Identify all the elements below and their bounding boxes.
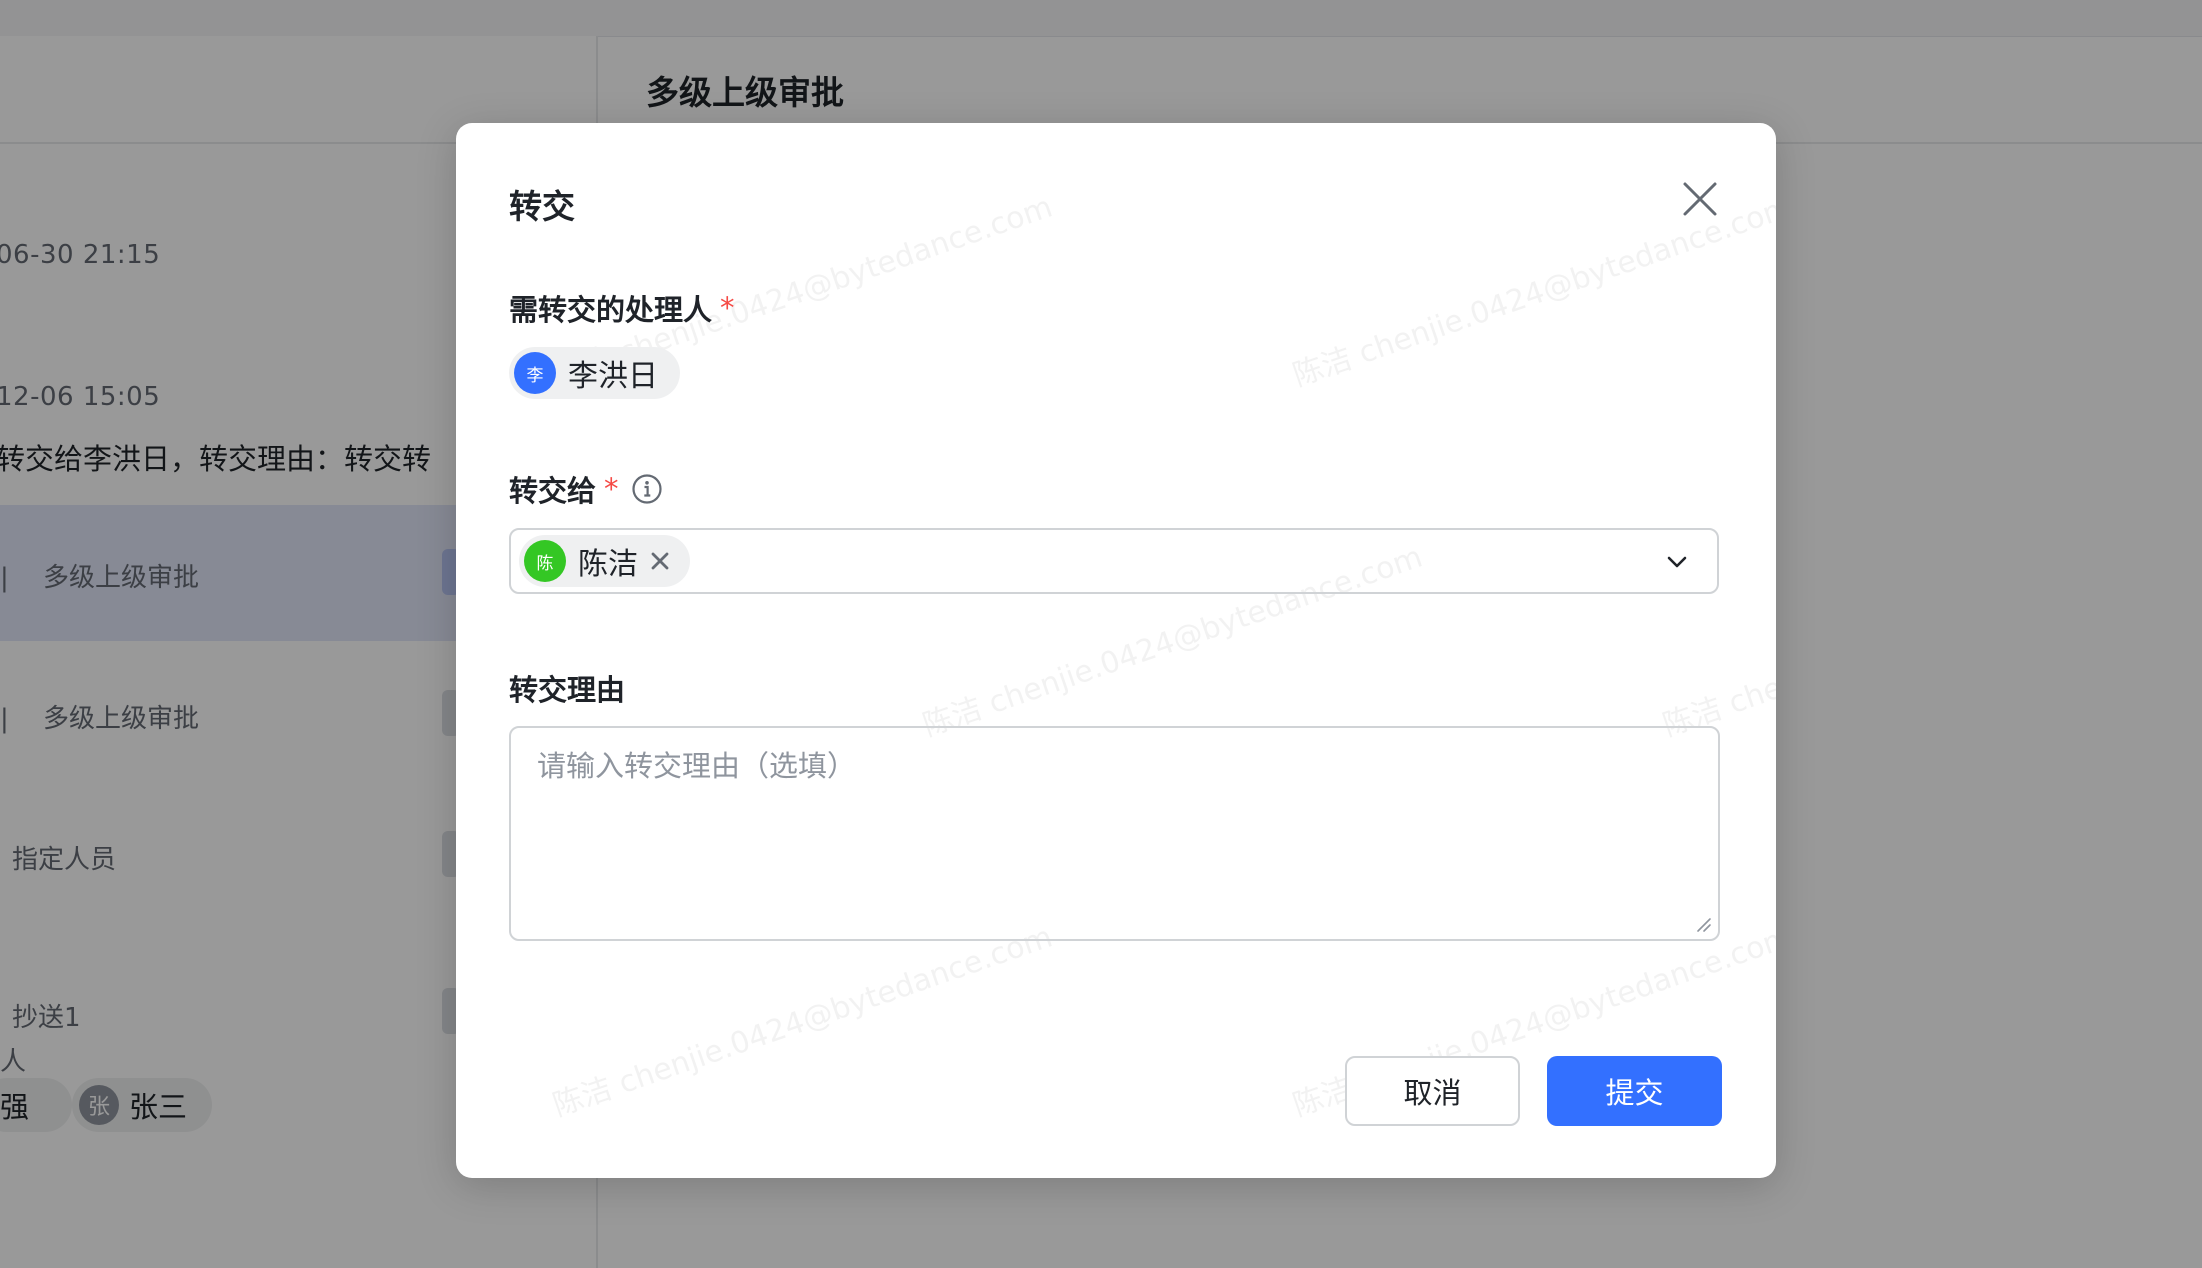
from-person-name: 李洪日 bbox=[568, 359, 658, 394]
info-icon[interactable] bbox=[631, 473, 663, 505]
reason-textarea[interactable]: 请输入转交理由（选填） bbox=[509, 726, 1720, 941]
required-mark: * bbox=[720, 291, 735, 325]
transfer-to-select[interactable] bbox=[509, 528, 1719, 594]
reason-field-label: 转交理由 bbox=[509, 667, 625, 709]
avatar: 陈 bbox=[524, 540, 566, 582]
from-field-label: 需转交的处理人 * bbox=[509, 287, 735, 329]
remove-chip-icon[interactable] bbox=[648, 549, 672, 573]
to-label-text: 转交给 bbox=[509, 474, 597, 508]
to-field-label: 转交给 * bbox=[509, 468, 663, 510]
watermark: 陈洁 chenjie.0424@bytedance.com bbox=[548, 919, 1057, 1124]
reason-label-text: 转交理由 bbox=[509, 673, 626, 707]
from-label-text: 需转交的处理人 bbox=[509, 293, 713, 327]
close-icon bbox=[1683, 182, 1717, 216]
submit-button[interactable]: 提交 bbox=[1547, 1056, 1722, 1126]
selected-person-name: 陈洁 bbox=[578, 547, 638, 582]
resize-handle-icon[interactable] bbox=[1694, 915, 1712, 933]
transfer-dialog: 陈洁 chenjie.0424@bytedance.com 陈洁 chenjie… bbox=[456, 123, 1776, 1178]
avatar: 李 bbox=[514, 352, 556, 394]
cancel-button[interactable]: 取消 bbox=[1345, 1056, 1520, 1126]
chevron-down-icon bbox=[1667, 556, 1687, 568]
close-button[interactable] bbox=[1678, 177, 1722, 221]
required-mark: * bbox=[604, 472, 619, 506]
dialog-title: 转交 bbox=[509, 187, 575, 226]
reason-placeholder: 请输入转交理由（选填） bbox=[537, 749, 857, 783]
selected-person-chip: 陈 陈洁 bbox=[519, 535, 690, 587]
from-person-chip: 李 李洪日 bbox=[509, 347, 680, 399]
